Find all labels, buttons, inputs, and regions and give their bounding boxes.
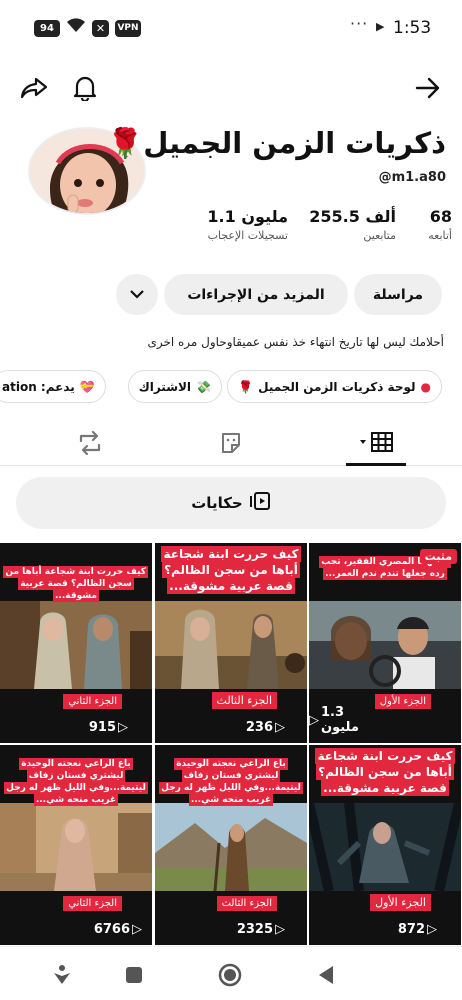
recents-icon[interactable] [120,961,148,989]
video-thumbnail[interactable]: كيف حررت ابنة شجاعة أباها من سجن الظالم؟… [309,745,461,945]
profile-handle: @m1.a80 [378,170,446,185]
video-grid: ...قهما المصري الفقير، تحب رده جعلها تند… [0,543,462,945]
chip-icon: ● [420,379,431,394]
pinned-badge: مثبت [419,549,457,564]
back-icon[interactable] [312,961,340,989]
tab-videos[interactable] [346,420,406,466]
repost-icon[interactable] [60,420,120,466]
sticker-icon[interactable] [201,420,261,466]
rose-emoji: 🌹 [107,126,144,160]
video-thumbnail[interactable]: باع الراعي نعجته الوحيدة ليشتري فستان زف… [0,745,152,945]
clock: 1:53 [393,18,432,38]
content-tabs [0,420,462,466]
play-status-icon: ▶ [376,20,385,33]
bell-icon[interactable] [67,70,103,106]
wifi-icon [66,17,86,37]
chip-playlist[interactable]: ● لوحة ذكريات الزمن الجميل 🌹 [227,370,442,403]
arrow-right-icon[interactable] [410,70,446,106]
video-thumbnail[interactable]: كيف حررت ابنة شجاعة أباها من سجن الظالم؟… [0,543,152,743]
chip-supports[interactable]: 💝 يدعم: ation [0,370,106,403]
stat-followers[interactable]: 255.5 ألف متابعين [309,207,396,242]
play-icon: ▷ [132,922,142,937]
profile-bio: أحلامك ليس لها تاريخ انتهاء خذ نفس عميقا… [147,335,444,349]
view-count: 236 ▷ [245,720,285,735]
view-count: 872 ▷ [397,922,437,937]
video-thumbnail[interactable]: باع الراعي نعجته الوحيدة ليشتري فستان زف… [155,745,307,945]
video-thumbnail[interactable]: كيف حررت ابنة شجاعة أباها من سجن الظالم؟… [155,543,307,743]
share-icon[interactable] [16,70,52,106]
stories-button[interactable]: حكايات [16,477,446,529]
more-actions-button[interactable]: المزيد من الإجراءات [164,274,348,315]
view-count: 6766 ▷ [93,922,142,937]
chevron-down-icon[interactable] [116,274,158,315]
view-count: 2325 ▷ [236,922,285,937]
vpn-badge: VPN [115,20,141,37]
play-icon: ▷ [275,720,285,735]
profile-name: ذكريات الزمن الجميل🌹 [107,126,446,160]
message-button[interactable]: مراسلة [354,274,442,315]
view-count: ▷ 1.3 مليون [309,705,359,735]
system-nav-bar [0,946,462,1000]
play-icon: ▷ [275,922,285,937]
battery-badge: 94 [34,20,60,37]
status-bar: 94 ✕ VPN ··· ▶ 1:53 [0,0,462,58]
home-icon[interactable] [216,961,244,989]
stories-icon [249,491,271,515]
play-icon: ▷ [118,720,128,735]
close-notification-icon: ✕ [92,20,109,37]
play-icon: ▷ [427,922,437,937]
accessibility-icon[interactable] [48,961,76,989]
more-status-icon: ··· [350,14,369,33]
stat-following[interactable]: 68 أتابعه [428,207,452,242]
play-icon: ▷ [309,712,319,728]
view-count: 915 ▷ [88,720,128,735]
chip-subscribe[interactable]: 💸 الاشتراك [127,370,222,403]
stat-likes[interactable]: 1.1 مليون تسجيلات الإعجاب [207,207,288,242]
video-thumbnail[interactable]: ...قهما المصري الفقير، تحب رده جعلها تند… [309,543,461,743]
